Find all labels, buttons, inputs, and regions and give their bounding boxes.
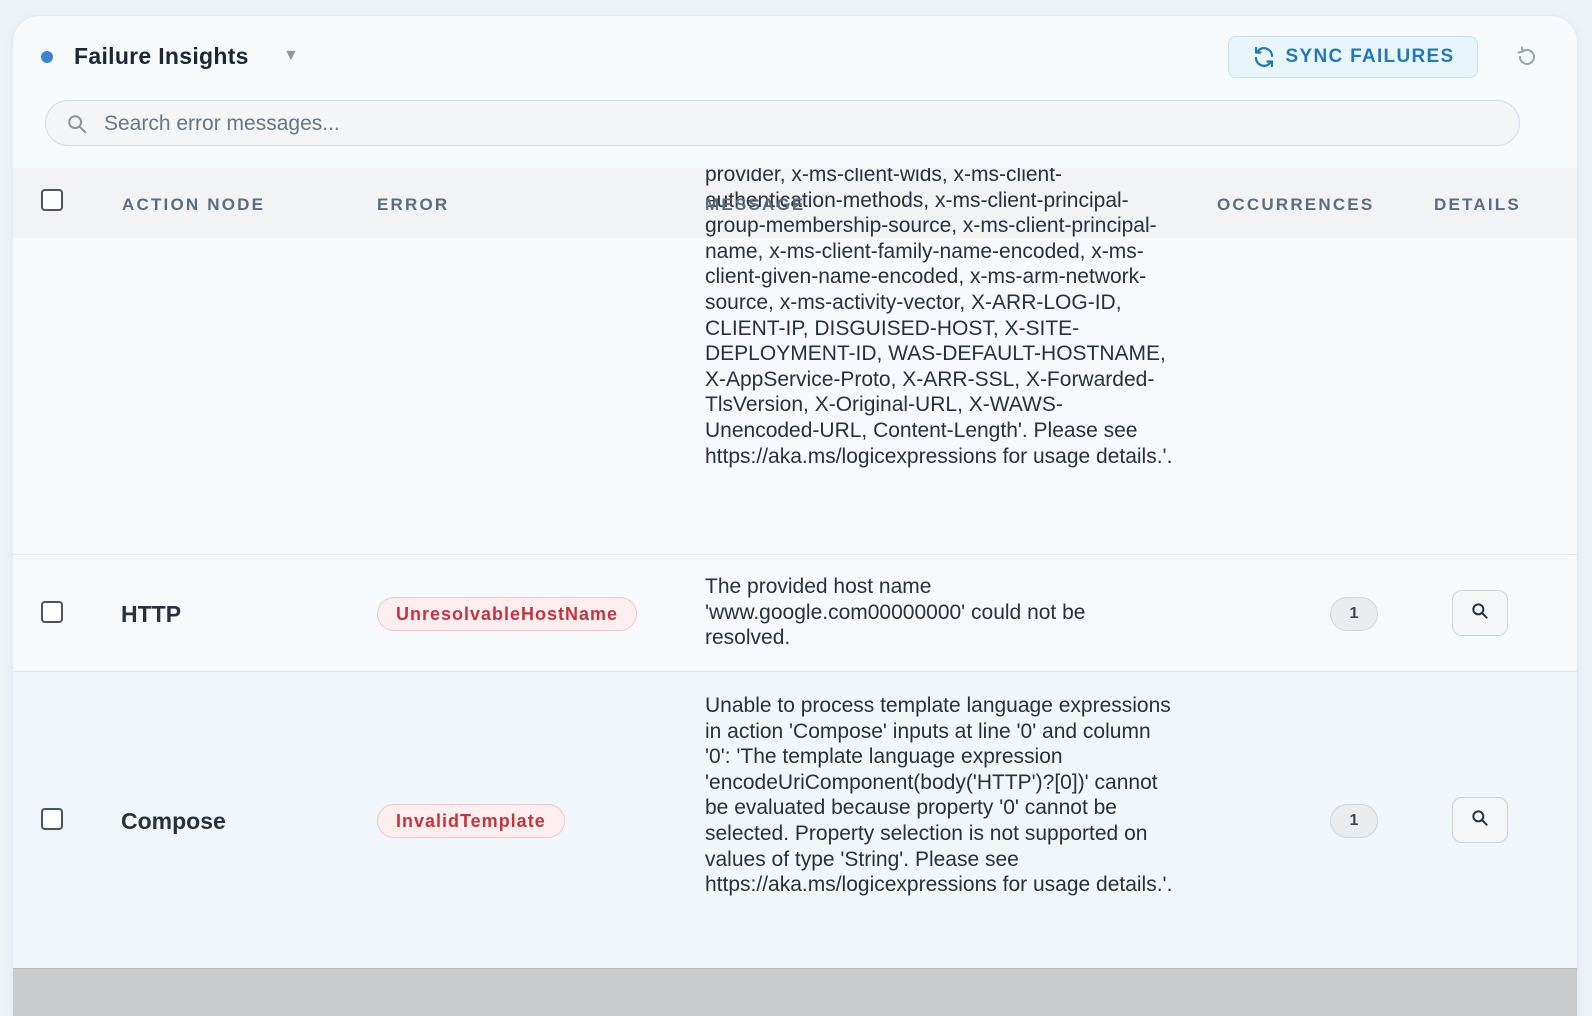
action-node-name: HTTP: [121, 601, 182, 627]
column-header-occurrences[interactable]: OCCURRENCES: [1217, 195, 1374, 215]
details-button[interactable]: [1452, 797, 1508, 843]
column-header-action-node[interactable]: ACTION NODE: [122, 195, 265, 215]
panel-header: Failure Insights ▼ SYNC FAILURES: [13, 16, 1577, 96]
column-header-error[interactable]: ERROR: [377, 195, 449, 215]
row-checkbox[interactable]: [41, 808, 63, 830]
column-header-message[interactable]: MESSAGE: [705, 195, 805, 215]
occurrences-badge: 1: [1330, 597, 1378, 631]
table-row[interactable]: HTTP UnresolvableHostName The provided h…: [13, 554, 1577, 672]
failure-insights-panel: Failure Insights ▼ SYNC FAILURES Search …: [13, 16, 1577, 1016]
undo-icon[interactable]: [1513, 43, 1541, 71]
refresh-icon: [1252, 45, 1276, 69]
row-checkbox[interactable]: [41, 601, 63, 623]
search-input[interactable]: [102, 101, 1486, 146]
error-badge: InvalidTemplate: [377, 804, 565, 838]
error-badge: UnresolvableHostName: [377, 597, 638, 631]
row-message: The provided host name 'www.google.com00…: [705, 575, 1092, 650]
status-dot: [41, 51, 53, 63]
row-message: Unable to process template language expr…: [705, 694, 1177, 897]
magnifier-icon: [1470, 808, 1490, 833]
search-icon: [66, 113, 88, 140]
sync-failures-button[interactable]: SYNC FAILURES: [1228, 36, 1478, 78]
chevron-down-icon[interactable]: ▼: [283, 47, 299, 65]
details-button[interactable]: [1452, 590, 1508, 636]
select-all-checkbox[interactable]: [41, 189, 63, 211]
magnifier-icon: [1470, 601, 1490, 626]
column-header-details[interactable]: DETAILS: [1434, 195, 1521, 215]
horizontal-scrollbar[interactable]: [13, 968, 1577, 1016]
action-node-name: Compose: [121, 808, 226, 834]
failures-table: provider, x-ms-client-wids, x-ms-client-…: [13, 168, 1577, 968]
occurrences-badge: 1: [1330, 804, 1378, 838]
table-row[interactable]: Compose InvalidTemplate Unable to proces…: [13, 671, 1577, 968]
search-bar: [45, 100, 1520, 146]
sync-failures-label: SYNC FAILURES: [1285, 46, 1455, 67]
panel-title: Failure Insights: [74, 43, 249, 69]
